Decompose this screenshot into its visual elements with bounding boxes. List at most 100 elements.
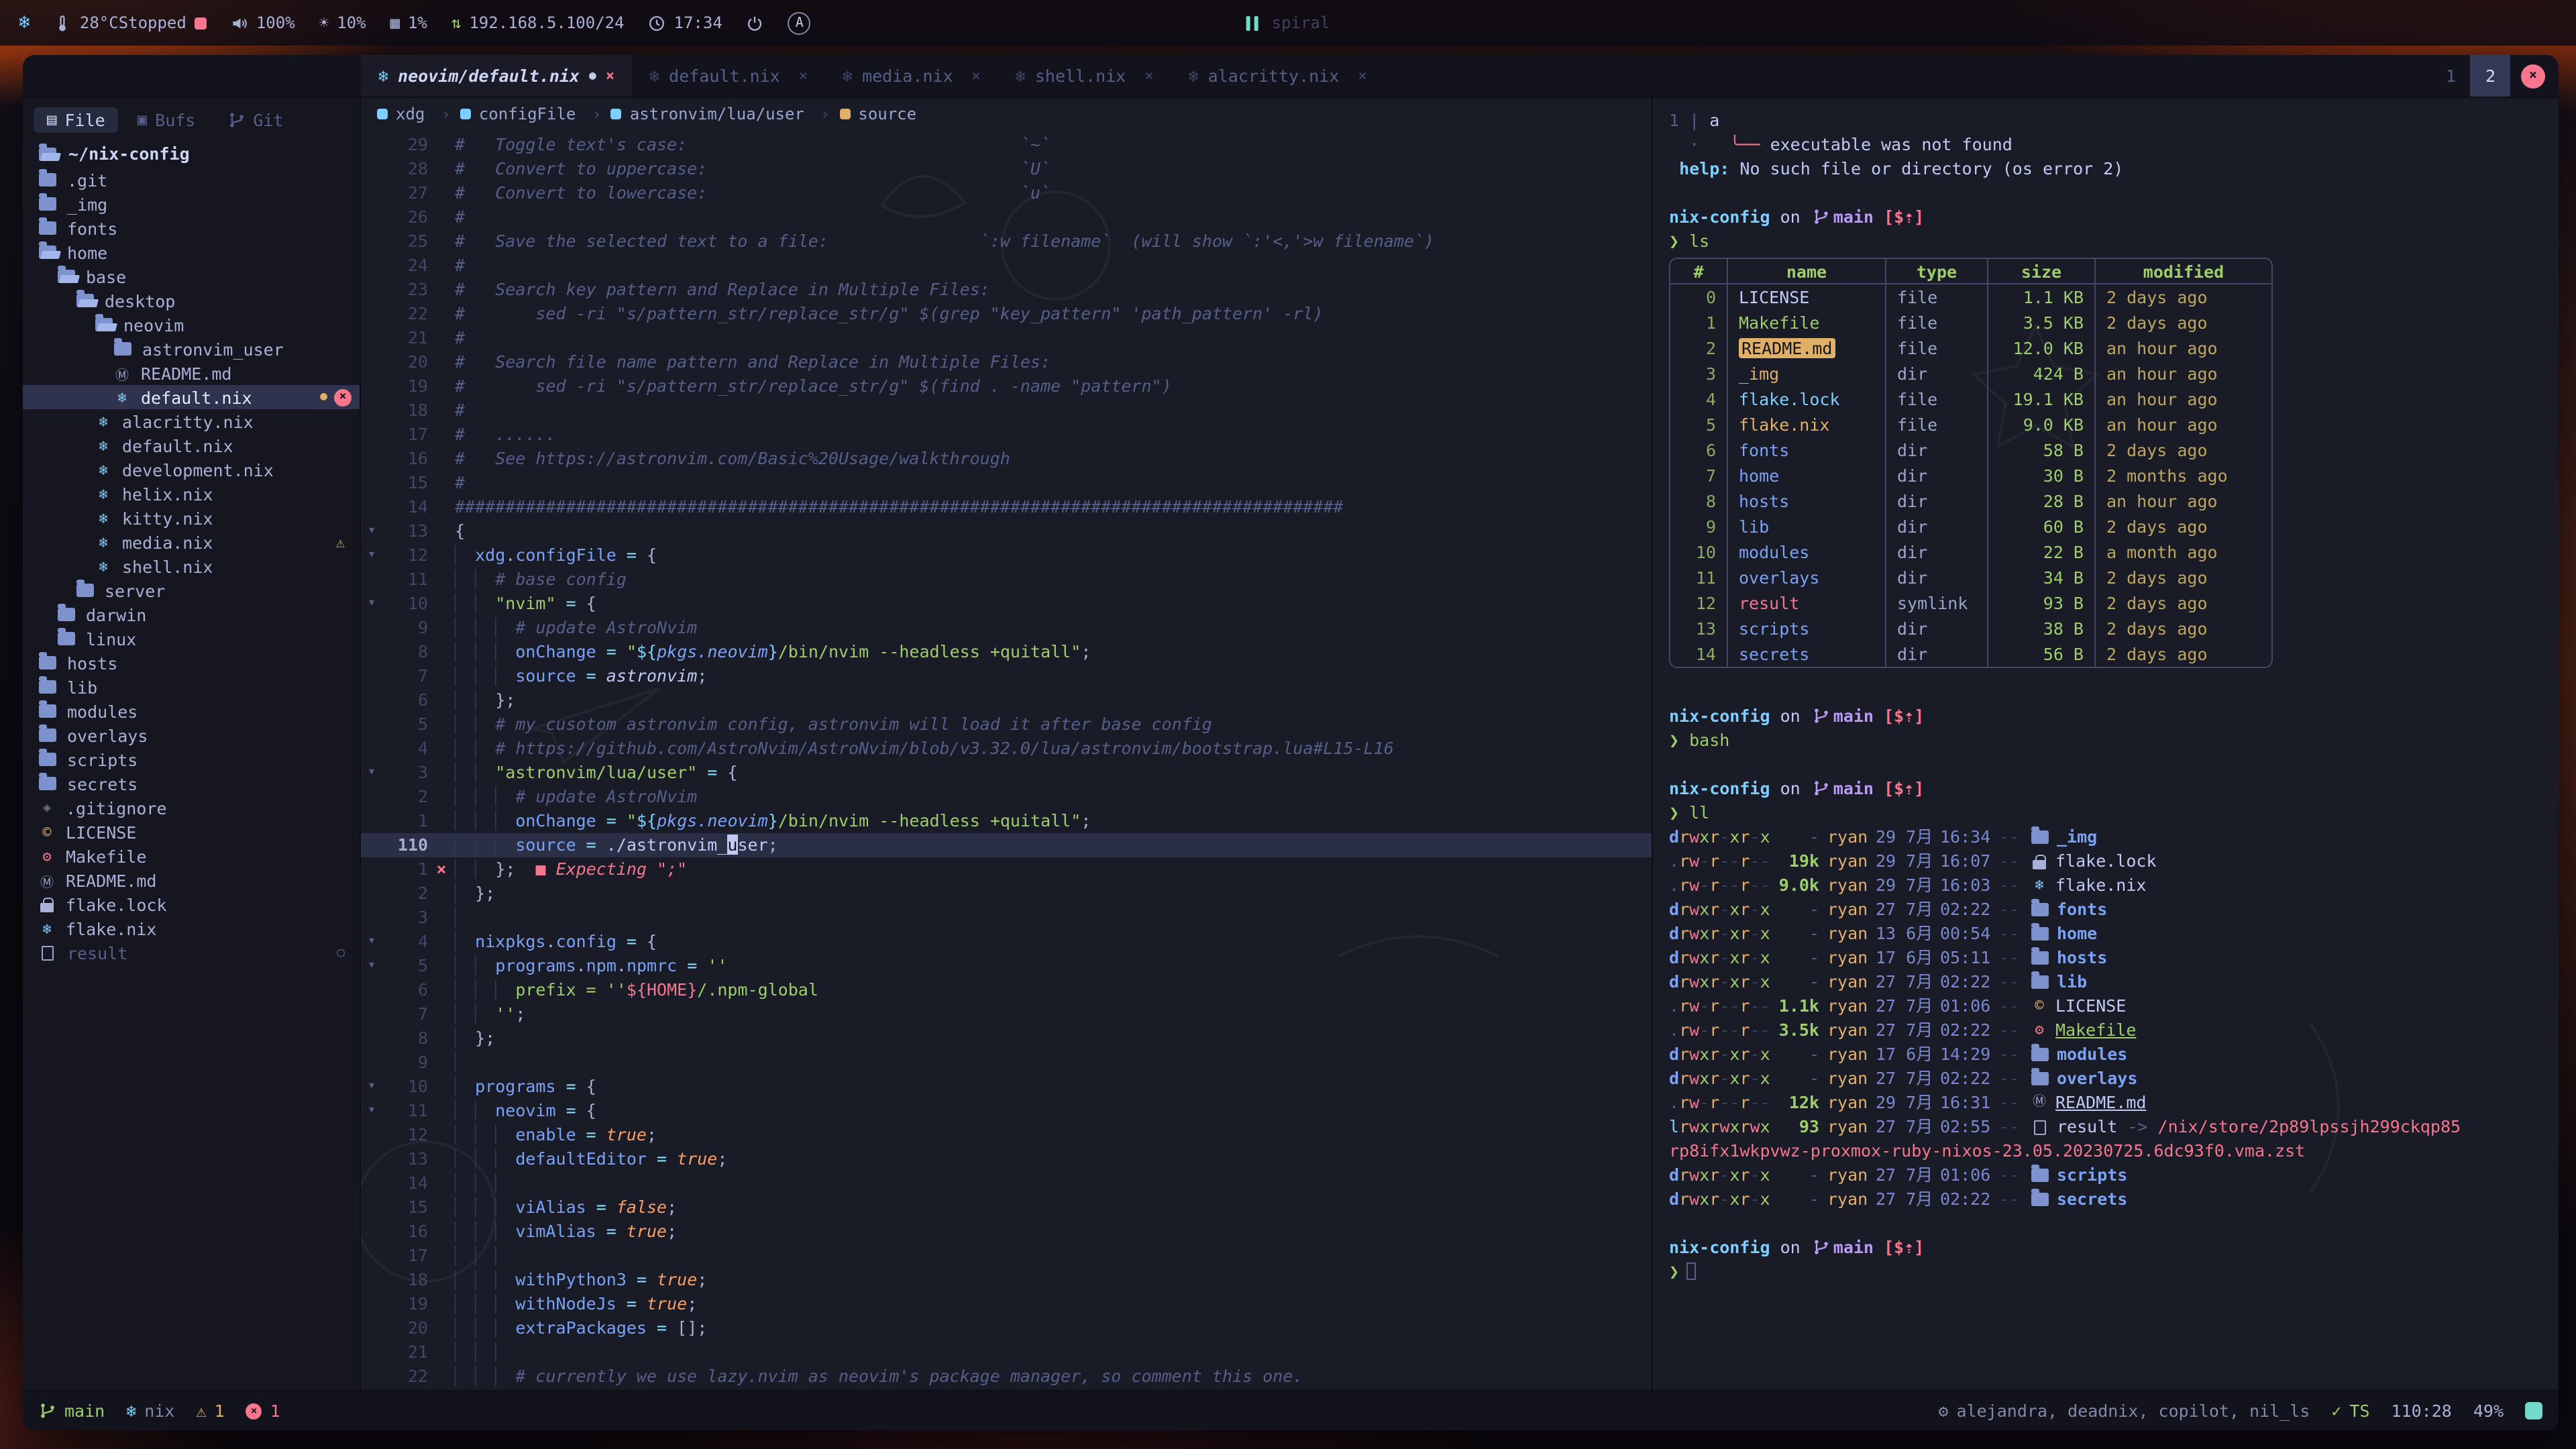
terminal-panel[interactable]: 1 | a · ╰── executable was not found hel… <box>1652 98 2559 1390</box>
tree-item[interactable]: default.nix ●× <box>23 385 360 409</box>
tree-item[interactable]: media.nix ⚠ <box>23 530 360 554</box>
fold-marker[interactable] <box>361 857 382 881</box>
brightness-widget[interactable]: ☀10% <box>319 13 366 32</box>
tree-item[interactable]: development.nix <box>23 458 360 482</box>
tree-item[interactable]: linux <box>23 627 360 651</box>
fold-marker[interactable] <box>361 616 382 640</box>
code-line[interactable]: 27 # Convert to lowercase: `u` <box>361 181 1652 205</box>
fold-marker[interactable] <box>361 1268 382 1292</box>
code-line[interactable]: 8 ▏ }; <box>361 1026 1652 1051</box>
tabline-close-button[interactable]: × <box>2521 64 2545 88</box>
code-line[interactable]: 22 ▏ ▏ ▏ # currently we use lazy.nvim as… <box>361 1364 1652 1389</box>
code-line[interactable]: 28 # Convert to uppercase: `U` <box>361 157 1652 181</box>
fold-marker[interactable]: ▾ <box>361 761 382 785</box>
tabpage-indicator[interactable]: 1 <box>2431 55 2471 97</box>
fold-marker[interactable] <box>361 1316 382 1340</box>
code-line[interactable]: 2 ▏ }; <box>361 881 1652 906</box>
fold-marker[interactable] <box>361 205 382 229</box>
close-buffer-button[interactable]: × <box>972 67 981 85</box>
fold-marker[interactable]: ▾ <box>361 1099 382 1123</box>
code-line[interactable]: ▾ 10 ▏ ▏ "nvim" = { <box>361 592 1652 616</box>
explorer-tab-bufs[interactable]: ▣Bufs <box>124 107 209 132</box>
fold-marker[interactable] <box>361 254 382 278</box>
fold-marker[interactable] <box>361 1340 382 1364</box>
tree-item[interactable]: server <box>23 578 360 602</box>
code-line[interactable]: 19 ▏ ▏ ▏ withNodeJs = true; <box>361 1292 1652 1316</box>
diagnostic-warnings[interactable]: ⚠1 <box>196 1401 224 1421</box>
pause-icon[interactable] <box>1246 15 1258 30</box>
tree-item[interactable]: _img <box>23 192 360 216</box>
tree-item[interactable]: LICENSE <box>23 820 360 844</box>
code-line[interactable]: 11 ▏ ▏ # base config <box>361 568 1652 592</box>
code-line[interactable]: 13 ▏ ▏ ▏ defaultEditor = true; <box>361 1147 1652 1171</box>
code-line[interactable]: 7 ▏ ▏ ''; <box>361 1002 1652 1026</box>
code-line[interactable]: 7 ▏ ▏ ▏ source = astronvim; <box>361 664 1652 688</box>
code-line[interactable]: 25 # Save the selected text to a file: `… <box>361 229 1652 254</box>
fold-marker[interactable] <box>361 1364 382 1389</box>
tabpage-indicator[interactable]: 2 <box>2471 55 2510 97</box>
fold-marker[interactable] <box>361 688 382 712</box>
fold-marker[interactable] <box>361 1002 382 1026</box>
fold-marker[interactable] <box>361 1171 382 1195</box>
tree-item[interactable]: result ○ <box>23 941 360 965</box>
fold-marker[interactable]: ▾ <box>361 954 382 978</box>
fold-marker[interactable] <box>361 1051 382 1075</box>
code-line[interactable]: 1 ▏ ▏ ▏ onChange = "${pkgs.neovim}/bin/n… <box>361 809 1652 833</box>
buffer-tab[interactable]: shell.nix × <box>998 55 1171 97</box>
fold-marker[interactable] <box>361 712 382 737</box>
code-line[interactable]: 8 ▏ ▏ ▏ onChange = "${pkgs.neovim}/bin/n… <box>361 640 1652 664</box>
code-line[interactable]: 21 ▏ ▏ ▏ <box>361 1340 1652 1364</box>
code-area[interactable]: 29 # Toggle text's case: `~` 28 # Conver… <box>361 130 1652 1390</box>
fold-marker[interactable] <box>361 495 382 519</box>
code-line[interactable]: 20 ▏ ▏ ▏ extraPackages = []; <box>361 1316 1652 1340</box>
clock-widget[interactable]: 17:34 <box>649 13 722 32</box>
fold-marker[interactable] <box>361 133 382 157</box>
code-line[interactable]: ▾ 5 ▏ ▏ programs.npm.npmrc = '' <box>361 954 1652 978</box>
fold-marker[interactable] <box>361 737 382 761</box>
code-line[interactable]: 21 # <box>361 326 1652 350</box>
code-line[interactable]: 18 # <box>361 398 1652 423</box>
tree-item[interactable]: README.md <box>23 868 360 892</box>
breadcrumb-item[interactable]: astronvim/lua/user› <box>611 105 830 123</box>
code-line[interactable]: 110 ▏ ▏ ▏ source = ./astronvim_user; <box>361 833 1652 857</box>
nix-menu-button[interactable]: ❄ <box>19 12 30 34</box>
buffer-tab[interactable]: neovim/default.nix ● × <box>361 55 632 97</box>
fold-marker[interactable] <box>361 229 382 254</box>
fold-marker[interactable]: ▾ <box>361 930 382 954</box>
fold-marker[interactable] <box>361 881 382 906</box>
code-line[interactable]: 26 # <box>361 205 1652 229</box>
tree-item[interactable]: desktop <box>23 288 360 313</box>
fold-marker[interactable] <box>361 785 382 809</box>
tree-item[interactable]: .git <box>23 168 360 192</box>
tree-item[interactable]: kitty.nix <box>23 506 360 530</box>
code-line[interactable]: 14 ▏ ▏ ▏ <box>361 1171 1652 1195</box>
fold-marker[interactable] <box>361 568 382 592</box>
close-buffer-button[interactable]: × <box>799 67 808 85</box>
fold-marker[interactable] <box>361 640 382 664</box>
fold-marker[interactable] <box>361 1195 382 1220</box>
recording-status[interactable]: Stopped <box>119 13 207 32</box>
code-line[interactable]: ▾ 13 { <box>361 519 1652 543</box>
code-line[interactable]: 16 # See https://astronvim.com/Basic%20U… <box>361 447 1652 471</box>
tree-item[interactable]: README.md <box>23 361 360 385</box>
explorer-root[interactable]: ~/nix-config <box>23 136 360 168</box>
fold-marker[interactable] <box>361 350 382 374</box>
tree-item[interactable]: modules <box>23 699 360 723</box>
diagnostic-errors[interactable]: ×1 <box>246 1401 280 1421</box>
buffer-tab[interactable]: alacritty.nix × <box>1171 55 1385 97</box>
buffer-tab[interactable]: default.nix × <box>632 55 825 97</box>
explorer-tab-file[interactable]: ▤File <box>34 107 119 132</box>
tree-item[interactable]: flake.lock <box>23 892 360 916</box>
tree-item[interactable]: helix.nix <box>23 482 360 506</box>
breadcrumb-item[interactable]: xdg› <box>377 105 451 123</box>
code-line[interactable]: 6 ▏ ▏ }; <box>361 688 1652 712</box>
fold-marker[interactable]: ▾ <box>361 592 382 616</box>
close-buffer-button[interactable]: × <box>606 67 614 85</box>
code-line[interactable]: ▾ 11 ▏ ▏ neovim = { <box>361 1099 1652 1123</box>
code-line[interactable]: ▾ 10 ▏ programs = { <box>361 1075 1652 1099</box>
code-line[interactable]: 9 ▏ ▏ ▏ # update AstroNvim <box>361 616 1652 640</box>
code-line[interactable]: 29 # Toggle text's case: `~` <box>361 133 1652 157</box>
fold-marker[interactable] <box>361 664 382 688</box>
tree-item[interactable]: darwin <box>23 602 360 627</box>
code-line[interactable]: 17 ▏ ▏ ▏ <box>361 1244 1652 1268</box>
